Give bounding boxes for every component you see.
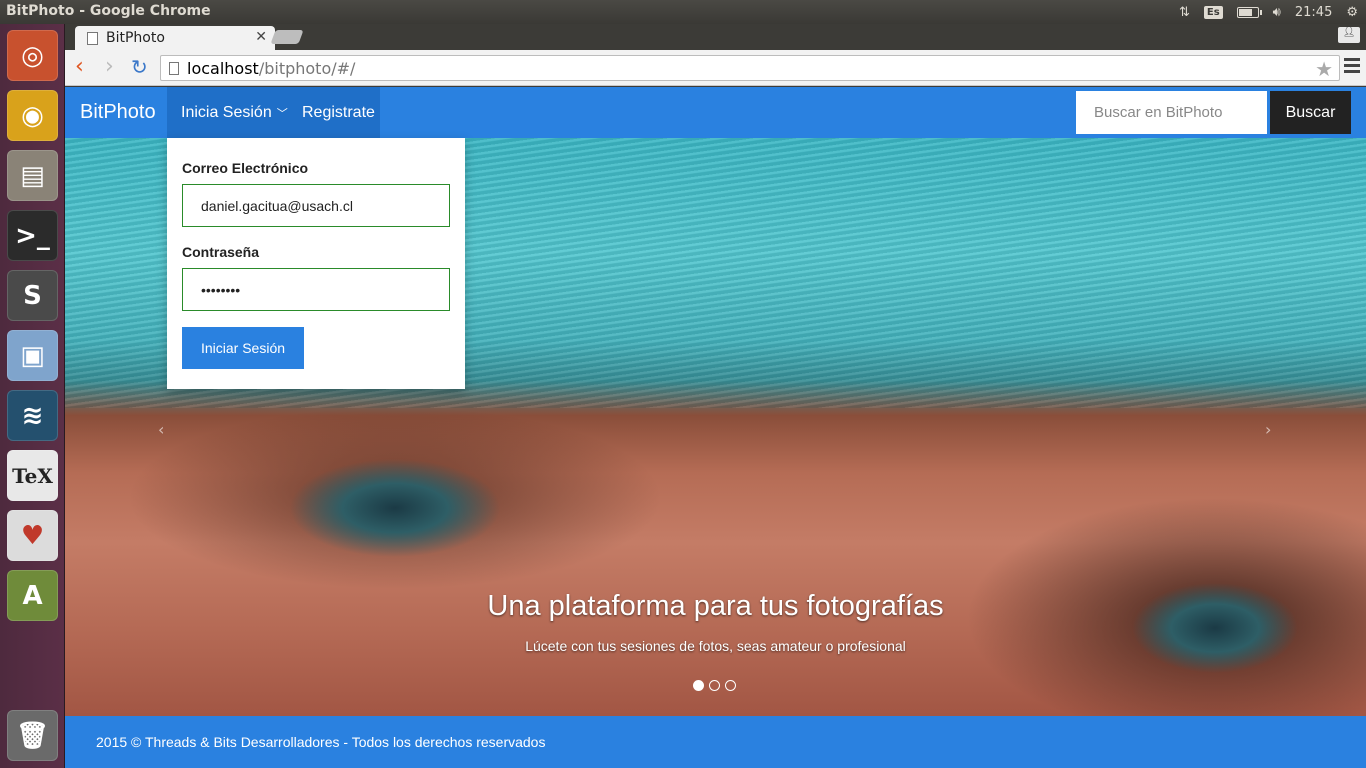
carousel-indicators: [693, 680, 736, 691]
texmaker-icon-glyph: TeX: [12, 463, 53, 488]
volume-icon[interactable]: 🔊︎: [1273, 5, 1281, 20]
carousel-indicator-1[interactable]: [693, 680, 704, 691]
address-bar[interactable]: localhost/bitphoto/#/ ★: [160, 55, 1340, 81]
password-field[interactable]: [182, 268, 450, 311]
network-icon[interactable]: ⇅: [1179, 5, 1190, 20]
sublime-text-icon[interactable]: S: [7, 270, 58, 321]
window-title: BitPhoto - Google Chrome: [6, 3, 211, 19]
search-input[interactable]: [1076, 91, 1267, 134]
web-page: BitPhoto Inicia Sesión ﹀ Registrate Busc…: [65, 87, 1366, 768]
url-host: localhost: [187, 58, 259, 78]
login-submit-button[interactable]: Iniciar Sesión: [182, 327, 304, 369]
reload-icon[interactable]: ↻: [131, 56, 148, 78]
battery-icon[interactable]: [1236, 6, 1262, 18]
trash-icon[interactable]: 🗑: [7, 710, 58, 761]
software-updater-icon[interactable]: A: [7, 570, 58, 621]
register-link[interactable]: Registrate: [288, 87, 380, 138]
forward-icon[interactable]: ›: [105, 56, 114, 78]
password-label: Contraseña: [182, 244, 260, 260]
url-path: /bitphoto/#/: [258, 58, 356, 78]
gear-icon[interactable]: ⚙: [1346, 5, 1358, 20]
ubuntu-dash-icon-glyph: ◎: [21, 40, 44, 71]
carousel-caption-subtitle: Lúcete con tus sesiones de fotos, seas a…: [525, 638, 906, 654]
footer-text: 2015 © Threads & Bits Desarrolladores - …: [96, 734, 546, 750]
chevron-down-icon: ﹀: [276, 107, 288, 120]
site-footer: 2015 © Threads & Bits Desarrolladores - …: [65, 716, 1366, 768]
sublime-text-icon-glyph: S: [23, 280, 42, 311]
virtualbox-icon[interactable]: ▣: [7, 330, 58, 381]
tab-bitphoto[interactable]: BitPhoto ✕: [75, 26, 275, 50]
search-button[interactable]: Buscar: [1270, 91, 1351, 134]
ubuntu-dash-icon[interactable]: ◎: [7, 30, 58, 81]
chrome-menu-icon[interactable]: [1344, 58, 1360, 76]
carousel-indicator-2[interactable]: [709, 680, 720, 691]
site-navbar: BitPhoto Inicia Sesión ﹀ Registrate Busc…: [65, 87, 1366, 138]
chrome-icon-glyph: ◉: [21, 100, 44, 131]
email-label: Correo Electrónico: [182, 160, 309, 176]
chrome-icon[interactable]: ◉: [7, 90, 58, 141]
back-icon[interactable]: ‹: [75, 56, 84, 78]
terminal-icon-glyph: >_: [15, 220, 50, 251]
system-tray: ⇅ Es 🔊︎ 21:45 ⚙: [1179, 0, 1358, 24]
login-menu-label: Inicia Sesión: [181, 103, 272, 121]
email-field[interactable]: [182, 184, 450, 227]
brand-link[interactable]: BitPhoto: [80, 101, 156, 124]
login-dropdown: Correo Electrónico Contraseña Iniciar Se…: [167, 138, 465, 389]
register-label: Registrate: [302, 103, 375, 121]
trash-icon-glyph: 🗑: [15, 720, 49, 751]
bookmark-star-icon[interactable]: ★: [1315, 57, 1333, 81]
files-icon[interactable]: ▤: [7, 150, 58, 201]
mysql-workbench-icon[interactable]: ≋: [7, 390, 58, 441]
system-top-panel: BitPhoto - Google Chrome ⇅ Es 🔊︎ 21:45 ⚙: [0, 0, 1366, 24]
carousel-caption-title: Una plataforma para tus fotografías: [487, 590, 944, 622]
page-icon: [169, 61, 179, 75]
clock[interactable]: 21:45: [1295, 5, 1332, 20]
tab-title: BitPhoto: [106, 30, 165, 46]
files-icon-glyph: ▤: [20, 160, 45, 191]
carousel-indicator-3[interactable]: [725, 680, 736, 691]
profile-icon[interactable]: 👤︎: [1338, 27, 1360, 43]
mysql-workbench-icon-glyph: ≋: [21, 400, 44, 431]
carousel-next-button[interactable]: ›: [1265, 420, 1271, 439]
terminal-icon[interactable]: >_: [7, 210, 58, 261]
close-icon[interactable]: ✕: [255, 29, 267, 45]
carousel-prev-button[interactable]: ‹: [158, 420, 164, 439]
virtualbox-icon-glyph: ▣: [20, 340, 45, 371]
solitaire-icon-glyph: ♥: [20, 520, 45, 551]
keyboard-layout-indicator[interactable]: Es: [1203, 5, 1223, 19]
new-tab-button[interactable]: [270, 30, 304, 44]
texmaker-icon[interactable]: TeX: [7, 450, 58, 501]
solitaire-icon[interactable]: ♥: [7, 510, 58, 561]
login-dropdown-toggle[interactable]: Inicia Sesión ﹀: [167, 87, 302, 138]
browser-tab-strip: BitPhoto ✕ 👤︎: [65, 24, 1366, 50]
unity-launcher: ◎ ◉ ▤ >_ S ▣ ≋ TeX ♥ A 🗑: [0, 24, 65, 768]
software-updater-icon-glyph: A: [22, 580, 43, 611]
browser-toolbar: ‹ › ↻ localhost/bitphoto/#/ ★: [65, 50, 1366, 86]
page-icon: [87, 31, 98, 45]
